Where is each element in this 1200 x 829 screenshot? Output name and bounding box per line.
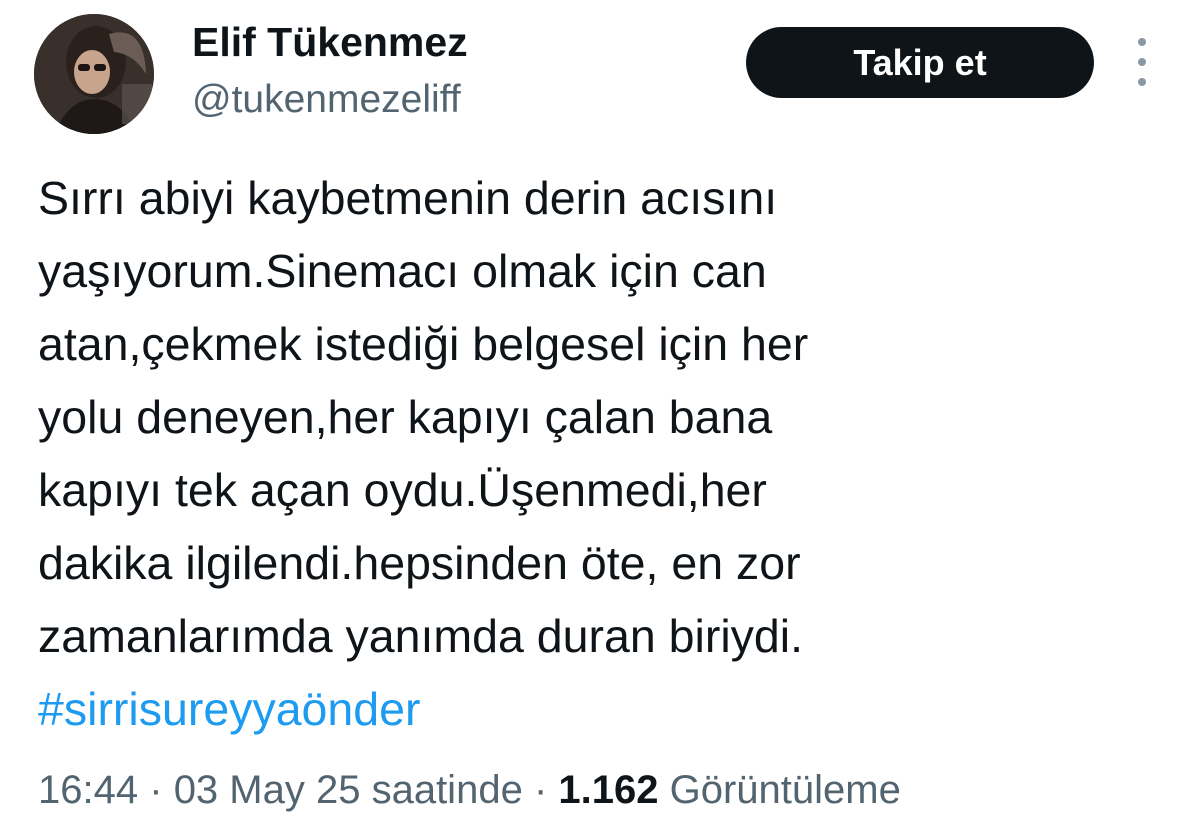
more-dot <box>1138 38 1146 46</box>
avatar-photo <box>34 14 154 134</box>
hashtag-link[interactable]: #sirrisureyyaönder <box>38 673 1158 746</box>
author-display-name[interactable]: Elif Tükenmez <box>192 14 468 70</box>
tweet-text-line: yaşıyorum.Sinemacı olmak için can <box>38 245 767 297</box>
views-count: 1.162 <box>558 768 659 812</box>
tweet-card: Elif Tükenmez @tukenmezeliff Takip et Sı… <box>0 0 1200 829</box>
author-handle[interactable]: @tukenmezeliff <box>192 72 461 128</box>
more-vertical-icon[interactable] <box>1126 38 1158 86</box>
tweet-date[interactable]: 03 May 25 saatinde <box>174 768 523 812</box>
follow-button[interactable]: Takip et <box>746 27 1094 98</box>
views-label: Görüntüleme <box>669 768 901 812</box>
tweet-text-line: Sırrı abiyi kaybetmenin derin acısını <box>38 172 778 224</box>
meta-separator: · <box>149 768 163 812</box>
more-dot <box>1138 78 1146 86</box>
tweet-text-line: atan,çekmek istediği belgesel için her <box>38 318 809 370</box>
tweet-text-line: kapıyı tek açan oydu.Üşenmedi,her <box>38 464 767 516</box>
avatar[interactable] <box>34 14 154 134</box>
tweet-text-line: zamanlarımda yanımda duran biriydi. <box>38 610 804 662</box>
more-dot <box>1138 58 1146 66</box>
tweet-meta: 16:44 · 03 May 25 saatinde · 1.162 Görün… <box>38 762 901 818</box>
tweet-text-line: dakika ilgilendi.hepsinden öte, en zor <box>38 537 801 589</box>
tweet-time[interactable]: 16:44 <box>38 768 138 812</box>
tweet-text: Sırrı abiyi kaybetmenin derin acısını ya… <box>38 162 1158 746</box>
tweet-text-line: yolu deneyen,her kapıyı çalan bana <box>38 391 773 443</box>
meta-separator: · <box>533 768 548 812</box>
